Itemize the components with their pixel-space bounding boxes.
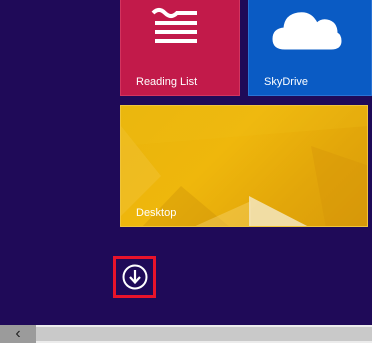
desktop-label: Desktop [136,207,177,219]
apps-view-button[interactable] [113,256,156,298]
scroll-thumb[interactable] [36,327,372,341]
horizontal-scrollbar[interactable]: ‹ [0,325,372,343]
arrow-down-circle-icon [122,264,147,290]
skydrive-tile[interactable]: SkyDrive [248,0,372,96]
skydrive-label: SkyDrive [264,76,309,88]
desktop-tile[interactable]: Desktop [120,105,368,227]
reading-list-label: Reading List [136,76,198,88]
scroll-left-button[interactable]: ‹ [0,325,36,343]
cloud-icon [272,12,342,50]
start-screen: Reading List SkyDrive Desktop ‹ [0,0,372,343]
chevron-left-icon: ‹ [15,325,21,342]
reading-list-icon [151,8,197,43]
reading-list-tile[interactable]: Reading List [120,0,240,96]
